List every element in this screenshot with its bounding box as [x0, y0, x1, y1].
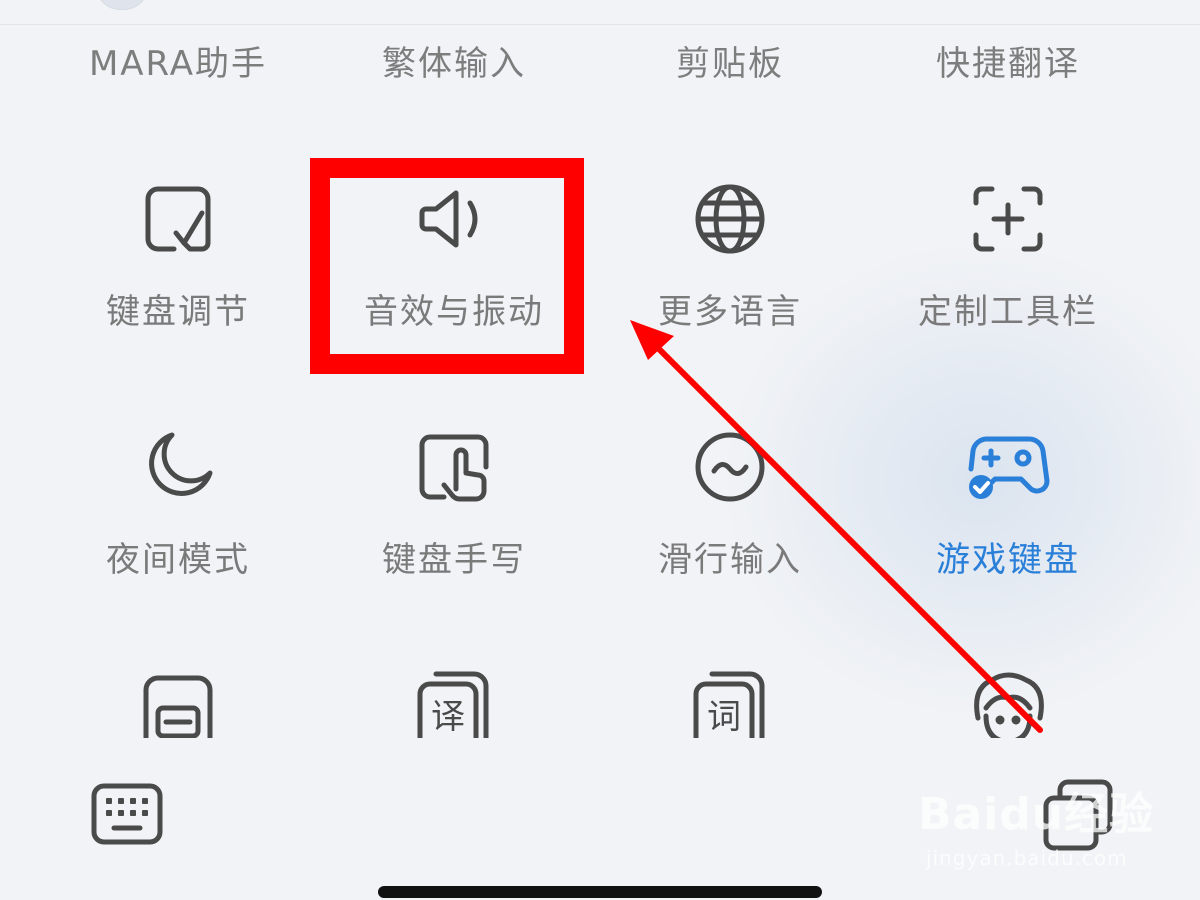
svg-text:译: 译 — [431, 697, 465, 737]
grid-item-label: 键盘手写 — [382, 540, 526, 580]
grid-item-night-mode[interactable]: 夜间模式 — [40, 424, 316, 624]
watermark-brand: Baidu经验 — [918, 789, 1155, 840]
svg-text:词: 词 — [707, 697, 741, 737]
grid-item-game-keyboard[interactable]: 游戏键盘 — [870, 424, 1146, 624]
customize-toolbar-icon — [870, 176, 1146, 262]
top-item-mara-assistant[interactable]: MARA助手 — [58, 36, 298, 85]
keyboard-adjust-icon — [40, 176, 316, 262]
grid-item-label: 更多语言 — [658, 292, 802, 332]
keyboard-frame-icon[interactable] — [133, 668, 223, 738]
watermark-domain: jingyan.baidu.com — [926, 846, 1128, 870]
swipe-input-icon — [592, 424, 868, 510]
grid-item-label: 键盘调节 — [106, 292, 250, 332]
avatar[interactable] — [96, 0, 148, 10]
highlight-box — [310, 158, 584, 374]
moon-icon — [40, 424, 316, 510]
top-item-clipboard[interactable]: 剪贴板 — [610, 36, 850, 85]
top-row: MARA助手 繁体输入 剪贴板 快捷翻译 — [0, 36, 1200, 84]
top-item-traditional-input[interactable]: 繁体输入 — [334, 36, 574, 85]
grid-item-keyboard-adjust[interactable]: 键盘调节 — [40, 176, 316, 376]
gamepad-icon — [870, 424, 1146, 510]
globe-icon — [592, 176, 868, 262]
grid-item-label: 游戏键盘 — [936, 540, 1080, 580]
word-card-icon[interactable]: 词 — [685, 668, 775, 738]
baidu-watermark: Baidu经验 jingyan.baidu.com — [918, 778, 1158, 874]
top-item-quick-translate[interactable]: 快捷翻译 — [888, 36, 1128, 85]
keyboard-icon — [91, 783, 163, 845]
keyboard-switch-button[interactable] — [90, 782, 164, 846]
grid-item-handwriting[interactable]: 键盘手写 — [316, 424, 592, 624]
grid-item-label: 定制工具栏 — [918, 292, 1098, 332]
grid-item-label: 夜间模式 — [106, 540, 250, 580]
grid-item-swipe-input[interactable]: 滑行输入 — [592, 424, 868, 624]
home-indicator[interactable] — [378, 886, 822, 898]
grid-row-partial: 译 词 — [0, 668, 1200, 738]
avatar-face-icon[interactable] — [963, 668, 1053, 738]
translate-card-icon[interactable]: 译 — [409, 668, 499, 738]
grid-item-customize-toolbar[interactable]: 定制工具栏 — [870, 176, 1146, 376]
handwriting-icon — [316, 424, 592, 510]
divider — [0, 24, 1200, 25]
grid-item-label: 滑行输入 — [658, 540, 802, 580]
grid-item-more-languages[interactable]: 更多语言 — [592, 176, 868, 376]
